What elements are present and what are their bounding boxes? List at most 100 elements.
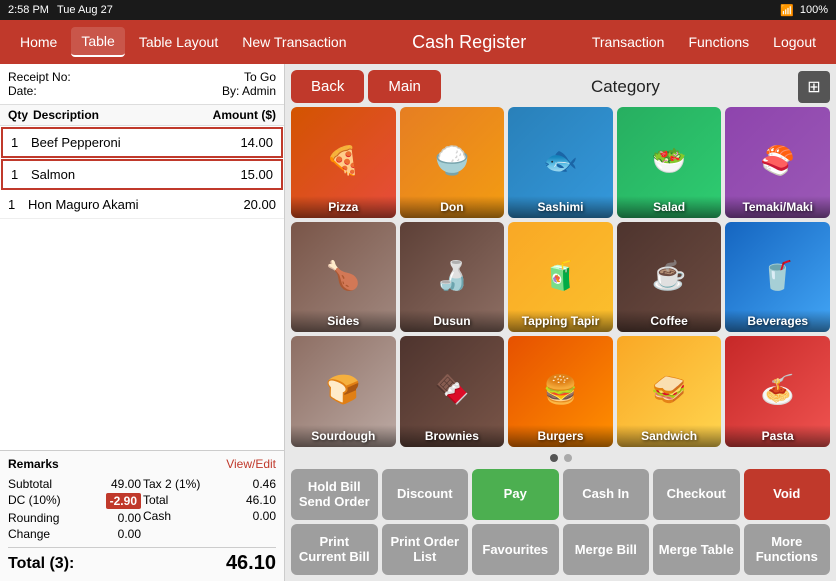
time: 2:58 PM [8,4,49,16]
category-sandwich[interactable]: 🥪 Sandwich [617,336,722,447]
nav-table-layout[interactable]: Table Layout [129,27,228,57]
item-2-qty: 1 [11,167,31,182]
cash-in-button[interactable]: Cash In [563,469,650,520]
category-don[interactable]: 🍚 Don [400,107,505,218]
total-label-row: Total 46.10 [143,493,276,507]
nav-left: Home Table Table Layout New Transaction [10,27,357,57]
receipt-footer: Remarks View/Edit Subtotal 49.00 DC (10%… [0,450,284,581]
date: Tue Aug 27 [57,4,113,16]
dot-1[interactable] [550,454,558,462]
nav-functions[interactable]: Functions [678,28,759,56]
category-sashimi[interactable]: 🐟 Sashimi [508,107,613,218]
to-go-label: To Go [244,70,276,84]
category-coffee[interactable]: ☕ Coffee [617,222,722,333]
item-1-amt: 14.00 [208,135,273,150]
wifi-icon: 📶 [780,4,794,17]
category-label: Category [453,77,798,97]
subtotal-value: 49.00 [111,477,141,491]
rounding-value: 0.00 [118,511,141,525]
item-1-qty: 1 [11,135,31,150]
filter-icon[interactable]: ⊞ [798,71,830,103]
nav-right: Transaction Functions Logout [582,28,826,56]
change-row: Change 0.00 [8,527,141,541]
grand-total-amount: 46.10 [226,552,276,575]
nav-home[interactable]: Home [10,27,67,57]
merge-table-button[interactable]: Merge Table [653,524,740,575]
discount-button[interactable]: Discount [382,469,469,520]
category-burgers[interactable]: 🍔 Burgers [508,336,613,447]
print-order-list-button[interactable]: Print Order List [382,524,469,575]
item-3-desc: Hon Maguro Akami [28,197,211,212]
receipt-item-1[interactable]: 1 Beef Pepperoni 14.00 [1,127,283,158]
receipt-header: Receipt No: Date: To Go By: Admin [0,64,284,105]
receipt-items: 1 Beef Pepperoni 14.00 1 Salmon 15.00 1 … [0,126,284,450]
cash-label: Cash [143,509,171,523]
dc-label: DC (10%) [8,493,61,509]
by-admin-label: By: Admin [222,84,276,98]
total-row-value: 46.10 [246,493,276,507]
item-1-desc: Beef Pepperoni [31,135,208,150]
main-layout: Receipt No: Date: To Go By: Admin Qty De… [0,64,836,581]
battery: 100% [800,4,828,16]
receipt-item-3[interactable]: 1 Hon Maguro Akami 20.00 [0,191,284,219]
category-sourdough[interactable]: 🍞 Sourdough [291,336,396,447]
dc-value: -2.90 [106,493,141,509]
hold-bill-button[interactable]: Hold BillSend Order [291,469,378,520]
tax2-label: Tax 2 (1%) [143,477,200,491]
app-title: Cash Register [412,32,526,53]
item-3-amt: 20.00 [211,197,276,212]
print-current-bill-button[interactable]: Print Current Bill [291,524,378,575]
main-button[interactable]: Main [368,70,441,103]
void-button[interactable]: Void [744,469,831,520]
subtotal-label: Subtotal [8,477,52,491]
category-pizza[interactable]: 🍕 Pizza [291,107,396,218]
rounding-label: Rounding [8,511,59,525]
grand-total-label: Total (3): [8,555,74,573]
category-temaki[interactable]: 🍣 Temaki/Maki [725,107,830,218]
category-tapping-tapir[interactable]: 🧃 Tapping Tapir [508,222,613,333]
back-button[interactable]: Back [291,70,364,103]
receipt-no-label: Receipt No: [8,70,71,84]
right-panel: Back Main Category ⊞ 🍕 Pizza 🍚 Don 🐟 Sas… [285,64,836,581]
category-salad[interactable]: 🥗 Salad [617,107,722,218]
category-dusun[interactable]: 🍶 Dusun [400,222,505,333]
tax2-value: 0.46 [253,477,276,491]
receipt-date-label: Date: [8,84,71,98]
cash-row: Cash 0.00 [143,509,276,523]
more-functions-button[interactable]: More Functions [744,524,831,575]
category-brownies[interactable]: 🍫 Brownies [400,336,505,447]
receipt-columns: Qty Description Amount ($) [0,105,284,126]
nav-logout[interactable]: Logout [763,28,826,56]
favourites-button[interactable]: Favourites [472,524,559,575]
category-grid: 🍕 Pizza 🍚 Don 🐟 Sashimi 🥗 Salad 🍣 Temaki… [285,103,836,451]
category-sides[interactable]: 🍗 Sides [291,222,396,333]
col-amt: Amount ($) [206,108,276,122]
item-3-qty: 1 [8,197,28,212]
receipt-item-2[interactable]: 1 Salmon 15.00 [1,159,283,190]
receipt-panel: Receipt No: Date: To Go By: Admin Qty De… [0,64,285,581]
nav-transaction[interactable]: Transaction [582,28,675,56]
checkout-button[interactable]: Checkout [653,469,740,520]
item-2-amt: 15.00 [208,167,273,182]
pagination [285,451,836,465]
item-2-desc: Salmon [31,167,208,182]
nav-new-transaction[interactable]: New Transaction [232,27,356,57]
category-beverages[interactable]: 🥤 Beverages [725,222,830,333]
nav-table[interactable]: Table [71,27,124,57]
change-value: 0.00 [118,527,141,541]
view-edit-link[interactable]: View/Edit [226,457,276,471]
category-pasta[interactable]: 🍝 Pasta [725,336,830,447]
dot-2[interactable] [564,454,572,462]
remarks-label: Remarks [8,457,59,471]
tax2-row: Tax 2 (1%) 0.46 [143,477,276,491]
col-desc: Description [33,108,206,122]
col-qty: Qty [8,108,33,122]
action-buttons-row2: Print Current Bill Print Order List Favo… [285,524,836,581]
merge-bill-button[interactable]: Merge Bill [563,524,650,575]
change-label: Change [8,527,50,541]
status-bar: 2:58 PM Tue Aug 27 📶 100% [0,0,836,20]
subtotal-row: Subtotal 49.00 [8,477,141,491]
action-buttons-row1: Hold BillSend Order Discount Pay Cash In… [285,465,836,524]
pay-button[interactable]: Pay [472,469,559,520]
top-action-row: Back Main Category ⊞ [285,64,836,103]
